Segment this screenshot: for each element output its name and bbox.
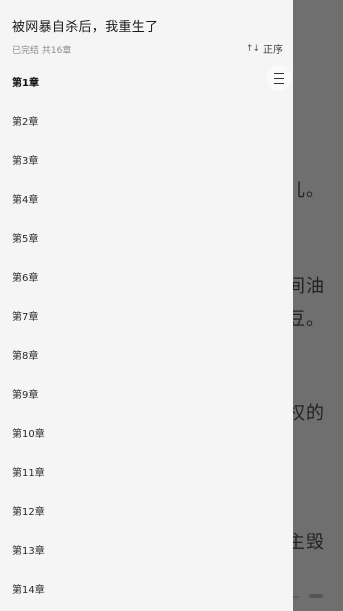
sort-icon: ↑↓ xyxy=(245,43,260,54)
chapter-item-4[interactable]: 第4章 xyxy=(0,179,293,218)
chapter-item-2[interactable]: 第2章 xyxy=(0,101,293,140)
chapter-item-11[interactable]: 第11章 xyxy=(0,452,293,491)
chapter-item-12[interactable]: 第12章 xyxy=(0,491,293,530)
chapter-item-8[interactable]: 第8章 xyxy=(0,335,293,374)
reader-screen: 儿。 间油 豆。 权的 主毁 被网暴自杀后，我重生了 已完结 共16章 ↑↓ 正… xyxy=(0,0,343,611)
chapter-item-5[interactable]: 第5章 xyxy=(0,218,293,257)
sort-order-button[interactable]: ↑↓ 正序 xyxy=(245,41,283,57)
drawer-header: 被网暴自杀后，我重生了 已完结 共16章 ↑↓ 正序 xyxy=(0,0,293,62)
chapter-item-13[interactable]: 第13章 xyxy=(0,530,293,569)
reader-bottom-pill xyxy=(309,594,323,598)
chapter-drawer: 被网暴自杀后，我重生了 已完结 共16章 ↑↓ 正序 第1章 第2章 第3章 第… xyxy=(0,0,293,611)
chapter-item-10[interactable]: 第10章 xyxy=(0,413,293,452)
chapter-list: 第1章 第2章 第3章 第4章 第5章 第6章 第7章 第8章 第9章 第10章… xyxy=(0,62,293,608)
chapter-item-6[interactable]: 第6章 xyxy=(0,257,293,296)
chapter-item-14[interactable]: 第14章 xyxy=(0,569,293,608)
chapter-item-9[interactable]: 第9章 xyxy=(0,374,293,413)
sort-order-label: 正序 xyxy=(263,45,283,56)
book-title: 被网暴自杀后，我重生了 xyxy=(12,20,159,35)
chapter-item-3[interactable]: 第3章 xyxy=(0,140,293,179)
chapter-item-1[interactable]: 第1章 xyxy=(0,62,293,101)
chapter-item-7[interactable]: 第7章 xyxy=(0,296,293,335)
book-status-meta: 已完结 共16章 xyxy=(12,46,72,56)
